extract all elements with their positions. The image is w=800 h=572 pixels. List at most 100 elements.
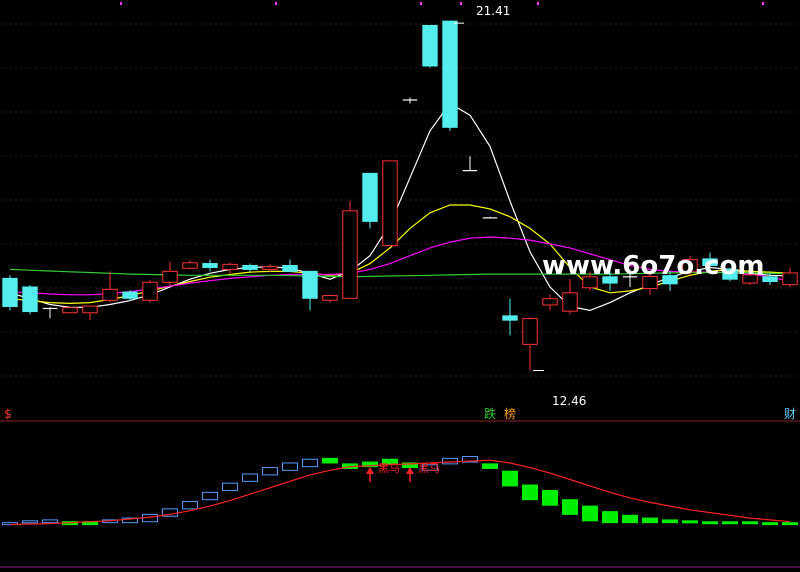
- marker-label: $: [4, 407, 12, 421]
- indicator-bar: [722, 521, 738, 525]
- candle: [242, 263, 258, 273]
- candlesticks: [2, 20, 798, 371]
- indicator-bar: [322, 457, 338, 464]
- indicator-bar: [642, 517, 658, 524]
- candle: [282, 259, 298, 273]
- candle: [562, 279, 578, 315]
- candle: [462, 156, 478, 172]
- candle: [362, 172, 378, 229]
- candle-body: [182, 262, 198, 269]
- candle-body: [762, 276, 778, 283]
- grid-lines: [0, 2, 800, 568]
- indicator-bar: [282, 462, 298, 471]
- candle: [62, 306, 78, 314]
- candle-body: [562, 292, 578, 312]
- candle-body: [422, 24, 438, 67]
- indicator-line: [9, 459, 791, 526]
- candle: [402, 97, 418, 104]
- candle-body: [162, 270, 178, 283]
- top-tick: [120, 2, 122, 5]
- candle: [2, 275, 18, 311]
- candle-body: [522, 318, 538, 345]
- indicator-bar: [482, 463, 498, 469]
- indicator-bar: [682, 520, 698, 524]
- indicator-bar: [662, 519, 678, 524]
- candle: [502, 298, 518, 336]
- candle: [162, 261, 178, 286]
- candle: [442, 20, 458, 131]
- candle-body: [222, 263, 238, 270]
- indicator-bar: [262, 467, 278, 476]
- indicator-bar: [702, 521, 718, 525]
- high-price-label: 21.41: [476, 4, 510, 18]
- candle-body: [322, 295, 338, 301]
- signal-arrow-head: [366, 467, 374, 474]
- candle-body: [782, 272, 798, 286]
- candle: [782, 267, 798, 287]
- watermark: www.6o7o.com: [542, 251, 764, 281]
- candle: [102, 271, 118, 303]
- indicator-bar: [182, 501, 198, 510]
- indicator-bar: [622, 514, 638, 524]
- candle: [342, 201, 358, 299]
- candle-body: [282, 265, 298, 272]
- indicator-bar: [202, 491, 218, 501]
- indicator-bar: [742, 521, 758, 525]
- indicator-bar: [542, 490, 558, 506]
- indicator-bar: [502, 470, 518, 487]
- candle: [542, 294, 558, 311]
- indicator-bar: [602, 511, 618, 524]
- candle: [182, 260, 198, 270]
- candle-body: [2, 277, 18, 307]
- marker-label: 财: [784, 407, 796, 421]
- indicator-bar: [582, 505, 598, 522]
- candle: [222, 262, 238, 274]
- candle-body: [82, 305, 98, 314]
- candle-body: [62, 307, 78, 314]
- candle-body: [102, 288, 118, 301]
- indicator-bar: [562, 499, 578, 515]
- stock-chart: 21.41 12.46 $ 跌榜 财 黑马 黑马 www.6o7o.com: [0, 2, 800, 568]
- candle-body: [362, 172, 378, 222]
- candle-body: [242, 265, 258, 270]
- signal-label: 黑马: [378, 462, 400, 475]
- candle-body: [22, 286, 38, 313]
- indicator-bar: [762, 522, 778, 526]
- candle: [422, 24, 438, 68]
- candle-body: [342, 210, 358, 299]
- indicator-bar: [522, 484, 538, 501]
- indicator-bar: [242, 473, 258, 482]
- candle-body: [122, 291, 138, 299]
- indicator-curve: [9, 459, 791, 526]
- indicator-bar: [442, 457, 458, 465]
- signal-label: 黑马: [418, 462, 440, 475]
- candle: [22, 285, 38, 315]
- indicator-panel: [2, 456, 798, 526]
- candle-body: [442, 20, 458, 128]
- indicator-bar: [42, 519, 58, 524]
- markers: $ 跌榜 财: [4, 406, 796, 421]
- candle: [522, 317, 538, 371]
- candle-body: [382, 160, 398, 247]
- candle-body: [202, 263, 218, 268]
- indicator-bar: [222, 482, 238, 492]
- candle: [142, 279, 158, 303]
- candle: [42, 307, 58, 319]
- top-tick: [460, 2, 462, 5]
- candle-body: [542, 298, 558, 306]
- candle-body: [302, 270, 318, 299]
- low-price-label: 12.46: [552, 394, 586, 408]
- candle: [202, 259, 218, 272]
- top-tick: [762, 2, 764, 5]
- top-tick: [537, 2, 539, 5]
- top-tick: [275, 2, 277, 5]
- marker-label: 榜: [504, 406, 516, 421]
- indicator-bar: [22, 520, 38, 524]
- candle: [302, 270, 318, 311]
- candle: [382, 160, 398, 247]
- top-tick: [420, 2, 422, 5]
- marker-label: 跌: [484, 406, 496, 421]
- candle-body: [502, 315, 518, 321]
- candle-body: [142, 281, 158, 301]
- candle: [322, 294, 338, 303]
